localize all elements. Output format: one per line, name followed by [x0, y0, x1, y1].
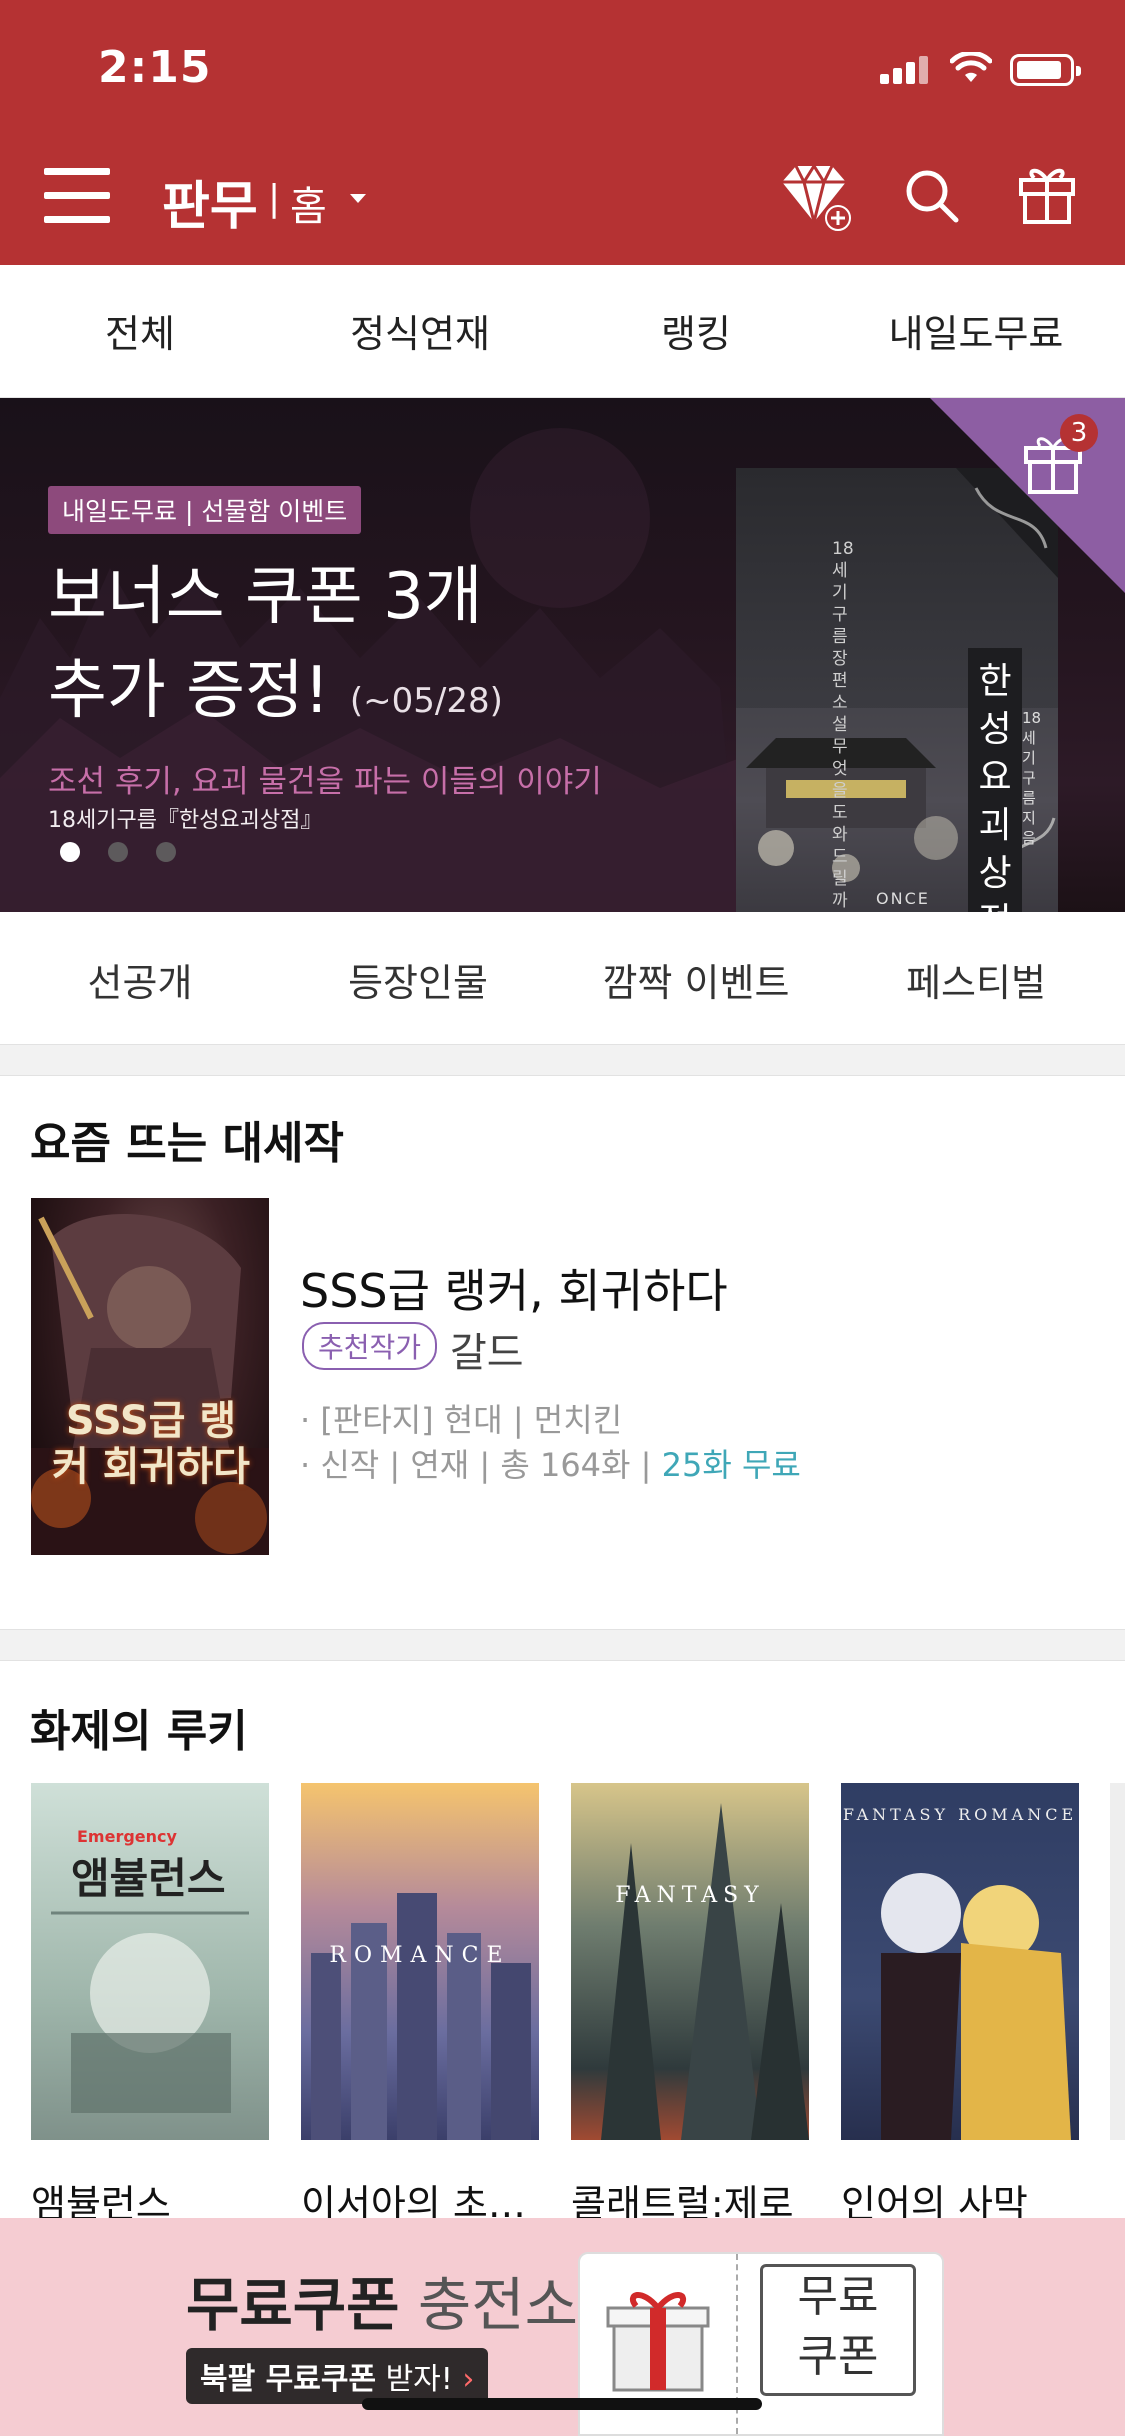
banner-author: 18세기구름『한성요괴상점』 [48, 808, 323, 833]
cover-illustration [881, 1873, 1071, 2140]
cover-subtitle: 18세기구름 장편소설 무엇을 도와드릴까요? [832, 539, 854, 911]
rookie-cover-5-partial[interactable] [1110, 1783, 1125, 2140]
wifi-icon [950, 52, 992, 82]
tab-characters[interactable]: 등장인물 [278, 952, 558, 1007]
gift-icon[interactable] [1018, 162, 1076, 224]
section-title-rookies: 화제의 루키 [30, 1706, 248, 1757]
cover-publisher: ONCE [876, 889, 930, 908]
search-icon[interactable] [904, 168, 960, 224]
ad-title-rest: 충전소 [399, 2271, 578, 2339]
rookie-cover-3[interactable]: FANTASY [571, 1783, 809, 2140]
carousel-dot-2[interactable] [108, 842, 128, 862]
featured-cover-illustration [31, 1214, 269, 1555]
rookie-cover-1[interactable]: Emergency 앰뷸런스 [31, 1783, 269, 2140]
featured-book-title[interactable]: SSS급 랭커, 회귀하다 [300, 1255, 728, 1321]
cellular-signal-icon [880, 56, 932, 84]
carousel-dot-3[interactable] [156, 842, 176, 862]
free-episodes: 25화 무료 [661, 1446, 801, 1484]
cover-author: 18세기구름 지음 [1022, 709, 1042, 847]
home-indicator[interactable] [362, 2398, 762, 2410]
banner-title: 보너스 쿠폰 3개 추가 증정! (~05/28) [48, 550, 503, 748]
rookie-cover-4-text: FANTASY ROMANCE [842, 1805, 1078, 1824]
title-separator: | [268, 178, 281, 219]
menu-icon[interactable] [44, 168, 110, 224]
ad-sub-rest: 받자! [376, 2362, 453, 2397]
chevron-down-icon[interactable] [350, 194, 366, 203]
rookie-cover-2[interactable]: ROMANCE [301, 1783, 539, 2140]
section-divider [0, 1044, 1125, 1076]
carousel-dot-1[interactable] [60, 842, 80, 862]
banner-tag: 내일도무료 | 선물함 이벤트 [48, 486, 362, 534]
banner-title-line1: 보너스 쿠폰 3개 [48, 560, 483, 634]
cover-illustration [601, 1803, 809, 2140]
rookie-cover-3-text: FANTASY [615, 1883, 765, 1908]
top-tab-bar: 전체 정식연재 랭킹 내일도무료 [0, 265, 1125, 398]
featured-book-cover[interactable]: SSS급 랭커 회귀하다 [31, 1198, 269, 1555]
featured-author[interactable]: 갈드 [450, 1320, 524, 1378]
banner-date: (~05/28) [349, 681, 503, 721]
coupon-line-1: 무료 [797, 2271, 879, 2322]
section-title-trending: 요즘 뜨는 대세작 [30, 1118, 344, 1169]
banner-description: 조선 후기, 요괴 물건을 파는 이들의 이야기 [48, 764, 602, 800]
ad-subtitle: 북팔 무료쿠폰 받자! › [186, 2348, 489, 2404]
ad-title: 무료쿠폰 충전소 [186, 2258, 578, 2342]
tab-ranking[interactable]: 랭킹 [556, 303, 836, 358]
event-banner[interactable]: 내일도무료 | 선물함 이벤트 보너스 쿠폰 3개 추가 증정! (~05/28… [0, 398, 1125, 912]
cover-title: 한성요괴상점 [968, 648, 1022, 912]
app-header: 2:15 판무 | 홈 [0, 0, 1125, 265]
tab-festival[interactable]: 페스티벌 [836, 952, 1116, 1007]
status-time: 2:15 [98, 42, 212, 93]
tab-preview[interactable]: 선공개 [0, 952, 280, 1007]
sub-tab-bar: 선공개 등장인물 깜짝 이벤트 페스티벌 [0, 912, 1125, 1044]
battery-icon [1010, 54, 1081, 86]
gift-count-badge: 3 [1060, 414, 1098, 452]
tab-serial[interactable]: 정식연재 [280, 303, 560, 358]
coupon-text-box: 무료 쿠폰 [760, 2264, 916, 2396]
coupon-line-2: 쿠폰 [797, 2331, 879, 2382]
page-selector[interactable]: 홈 [290, 174, 327, 232]
section-divider [0, 1629, 1125, 1661]
ad-sub-bold: 북팔 무료쿠폰 [200, 2362, 377, 2397]
rookie-cover-2-text: ROMANCE [329, 1943, 511, 1968]
featured-status-text: · 신작 | 연재 | 총 164화 | [300, 1446, 662, 1484]
featured-status: · 신작 | 연재 | 총 164화 | 25화 무료 [300, 1440, 801, 1486]
gem-icon[interactable] [776, 160, 856, 232]
rookie-cover-1-tag: Emergency [77, 1827, 177, 1846]
tab-surprise-event[interactable]: 깜짝 이벤트 [556, 952, 836, 1007]
tab-all[interactable]: 전체 [0, 303, 280, 358]
rookie-cover-4[interactable]: FANTASY ROMANCE [841, 1783, 1079, 2140]
gift-icon [606, 2292, 710, 2392]
chevron-right-icon: › [462, 2362, 475, 2397]
featured-cover-text: SSS급 랭커 회귀하다 [52, 1398, 250, 1490]
tab-free-tomorrow[interactable]: 내일도무료 [836, 303, 1116, 358]
ad-title-bold: 무료쿠폰 [186, 2271, 400, 2339]
banner-title-line2: 추가 증정! [48, 654, 330, 728]
recommended-author-badge: 추천작가 [302, 1322, 438, 1370]
rookie-cover-1-text: 앰뷸런스 [71, 1854, 226, 1903]
featured-genre: · [판타지] 현대 | 먼치킨 [300, 1401, 623, 1439]
app-title: 판무 [162, 177, 258, 237]
